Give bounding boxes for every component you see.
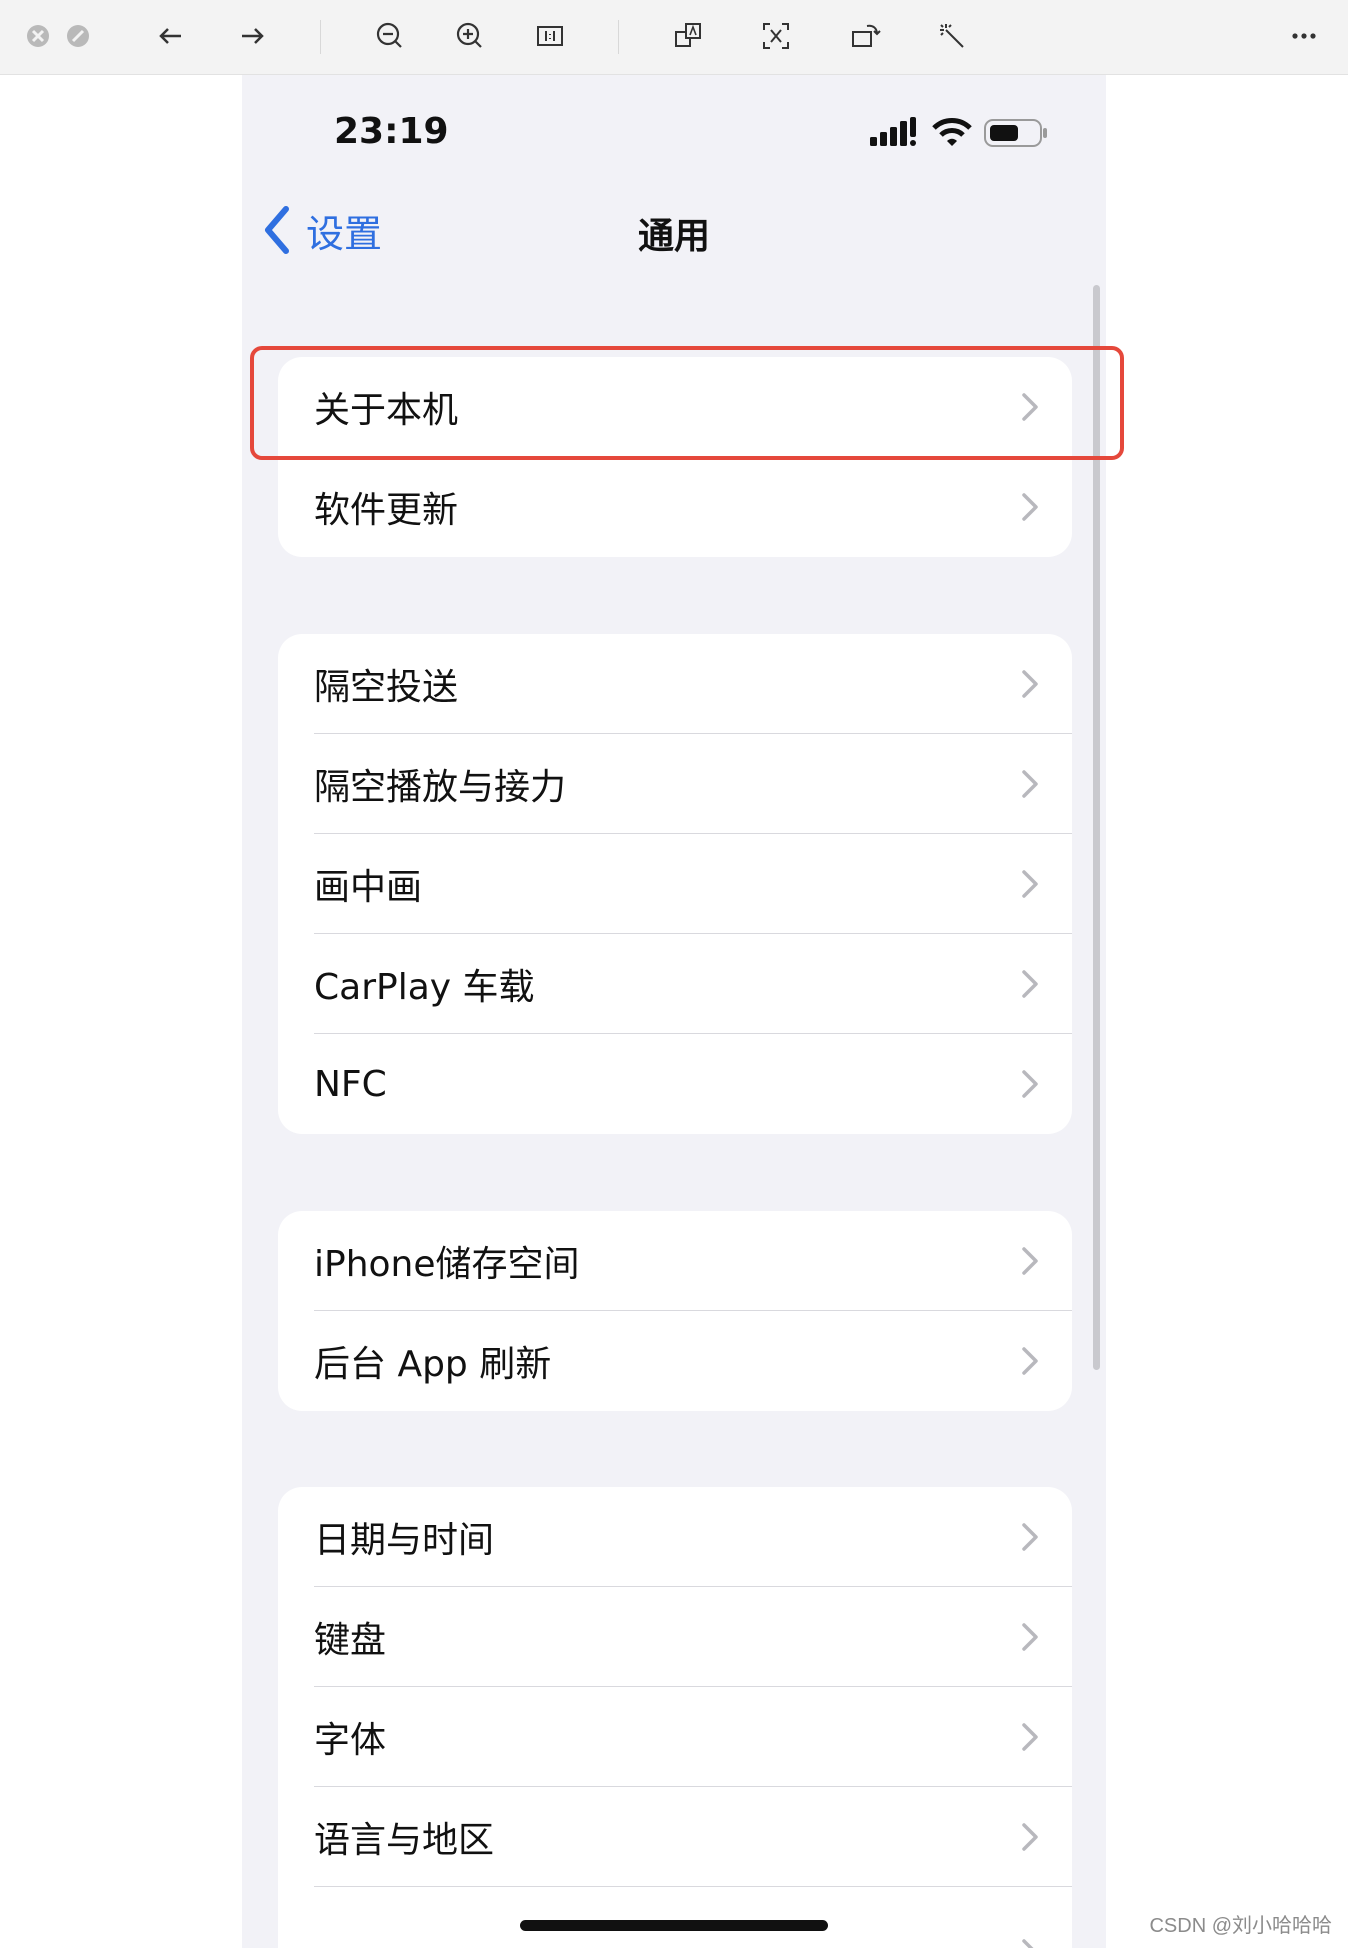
row-label: 字体 <box>314 1720 387 1761</box>
status-bar: 23:19 <box>242 75 1106 155</box>
cellular-signal-icon <box>870 117 916 146</box>
battery-icon <box>984 119 1047 147</box>
chevron-right-icon <box>1022 670 1038 698</box>
close-icon[interactable] <box>18 16 58 56</box>
chevron-right-icon <box>1022 770 1038 798</box>
viewer-toolbar <box>0 0 1348 75</box>
text-recognition-icon[interactable] <box>756 16 796 56</box>
minimize-icon[interactable] <box>58 16 98 56</box>
row-software-update[interactable]: 软件更新 <box>278 457 1072 557</box>
row-iphone-storage[interactable]: iPhone储存空间 <box>278 1211 1072 1311</box>
zoom-in-icon[interactable] <box>450 16 490 56</box>
more-icon[interactable] <box>1284 16 1324 56</box>
translate-icon[interactable] <box>668 16 708 56</box>
row-label: CarPlay 车载 <box>314 967 535 1008</box>
forward-arrow-icon[interactable] <box>232 16 272 56</box>
row-dictionary[interactable]: 词典 <box>278 1887 1072 1948</box>
enhance-icon[interactable] <box>932 16 972 56</box>
home-indicator[interactable] <box>520 1920 828 1931</box>
row-label: iPhone储存空间 <box>314 1244 580 1285</box>
row-label: 后台 App 刷新 <box>314 1344 552 1385</box>
status-time: 23:19 <box>334 111 449 152</box>
chevron-right-icon <box>1022 1070 1038 1098</box>
row-date-time[interactable]: 日期与时间 <box>278 1487 1072 1587</box>
row-label: 软件更新 <box>314 490 459 531</box>
row-picture-in-picture[interactable]: 画中画 <box>278 834 1072 934</box>
chevron-right-icon <box>1022 870 1038 898</box>
wifi-icon <box>932 118 972 146</box>
back-arrow-icon[interactable] <box>151 16 191 56</box>
status-icons <box>870 117 1050 151</box>
row-label: 日期与时间 <box>314 1520 495 1561</box>
chevron-right-icon <box>1022 1823 1038 1851</box>
row-label: 画中画 <box>314 867 423 908</box>
page-title: 通用 <box>637 216 710 257</box>
row-label: 语言与地区 <box>314 1820 495 1861</box>
navigation-bar: 设置 通用 <box>242 195 1106 265</box>
row-fonts[interactable]: 字体 <box>278 1687 1072 1787</box>
highlight-box <box>250 346 1124 460</box>
chevron-right-icon <box>1022 970 1038 998</box>
row-language-region[interactable]: 语言与地区 <box>278 1787 1072 1887</box>
row-label: 键盘 <box>314 1620 387 1661</box>
chevron-right-icon <box>1022 1723 1038 1751</box>
zoom-out-icon[interactable] <box>370 16 410 56</box>
row-nfc[interactable]: NFC <box>278 1034 1072 1134</box>
row-label: 隔空播放与接力 <box>314 767 567 808</box>
row-airplay-handoff[interactable]: 隔空播放与接力 <box>278 734 1072 834</box>
actual-size-icon[interactable] <box>530 16 570 56</box>
watermark: CSDN @刘小哈哈哈 <box>1149 1915 1332 1937</box>
chevron-right-icon <box>1022 1939 1034 1948</box>
rotate-icon[interactable] <box>845 16 885 56</box>
row-background-app-refresh[interactable]: 后台 App 刷新 <box>278 1311 1072 1411</box>
toolbar-divider <box>618 20 619 54</box>
chevron-right-icon <box>1022 493 1038 521</box>
row-label: 隔空投送 <box>314 667 459 708</box>
chevron-right-icon <box>1022 1247 1038 1275</box>
row-label: NFC <box>314 1063 387 1105</box>
settings-group-locale: 日期与时间 键盘 字体 语言与地区 词典 <box>278 1487 1072 1948</box>
settings-group-connectivity: 隔空投送 隔空播放与接力 画中画 CarPlay 车载 NFC <box>278 634 1072 1134</box>
chevron-right-icon <box>1022 1523 1038 1551</box>
chevron-right-icon <box>1022 1623 1038 1651</box>
row-airdrop[interactable]: 隔空投送 <box>278 634 1072 734</box>
settings-group-storage: iPhone储存空间 后台 App 刷新 <box>278 1211 1072 1411</box>
row-carplay[interactable]: CarPlay 车载 <box>278 934 1072 1034</box>
toolbar-divider <box>320 20 321 54</box>
row-keyboard[interactable]: 键盘 <box>278 1587 1072 1687</box>
chevron-right-icon <box>1022 1347 1038 1375</box>
